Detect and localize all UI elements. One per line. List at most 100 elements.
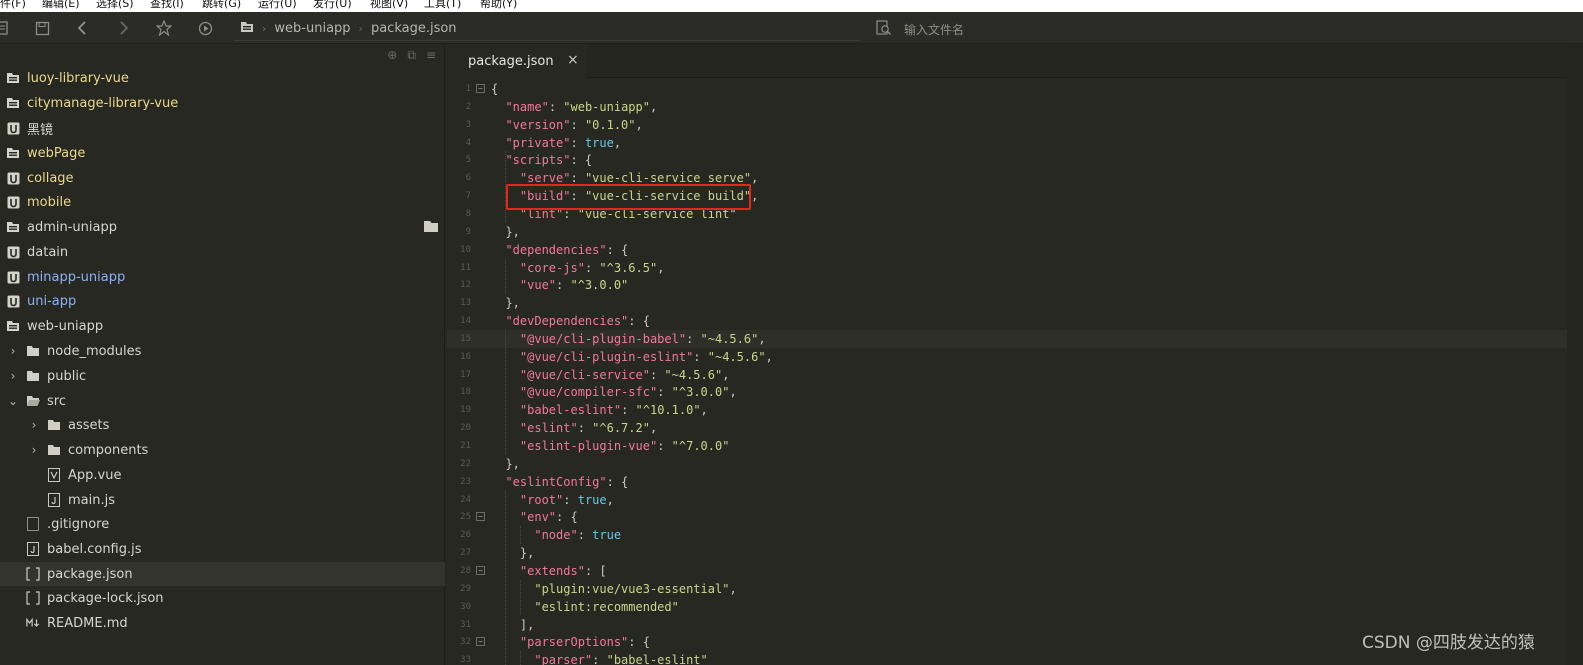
tree-item-minapp-uniapp[interactable]: minapp-uniapp	[0, 265, 445, 289]
tree-item-node-modules[interactable]: › node_modules	[0, 339, 445, 363]
code-text: "babel-eslint": "^10.1.0",	[491, 401, 708, 419]
line-number: 32	[460, 637, 471, 648]
indent-guide	[505, 258, 507, 295]
json-punctuation: },	[491, 296, 520, 311]
json-punctuation: :	[657, 439, 672, 453]
tree-item-src[interactable]: ⌄ src	[0, 389, 445, 413]
tree-item-main-js[interactable]: main.js	[0, 488, 445, 512]
tree-item-readme-md[interactable]: README.md	[0, 611, 445, 635]
json-file-icon	[26, 591, 40, 605]
menu-item[interactable]: 发行(U)	[313, 0, 352, 11]
tree-item-collage[interactable]: collage	[0, 166, 445, 190]
tree-item-components[interactable]: › components	[0, 438, 445, 462]
fold-toggle-icon[interactable]: −	[476, 512, 485, 522]
tree-item-[interactable]: 黑镜	[0, 116, 445, 140]
tree-item-label: package-lock.json	[47, 590, 164, 606]
tree-item-app-vue[interactable]: App.vue	[0, 463, 445, 487]
chevron-right-icon[interactable]: ›	[6, 344, 20, 358]
address-bar[interactable]: › web-uniapp › package.json	[234, 17, 860, 41]
line-number: 30	[460, 601, 471, 612]
line-number: 4	[465, 137, 471, 148]
chevron-right-icon[interactable]: ›	[27, 443, 41, 457]
code-area[interactable]: 1−{2 "name": "web-uniapp", 3 "version": "…	[447, 80, 1567, 665]
menu-item[interactable]: 帮助(Y)	[480, 0, 517, 11]
tree-item-mobile[interactable]: mobile	[0, 190, 445, 214]
code-text: "eslint-plugin-vue": "^7.0.0"	[491, 437, 730, 455]
json-punctuation: :	[693, 349, 708, 364]
tree-item-citymanage-library-vue[interactable]: citymanage-library-vue	[0, 91, 445, 115]
json-punctuation: },	[491, 546, 535, 561]
tree-item-label: luoy-library-vue	[27, 70, 129, 86]
tree-item-package-lock-json[interactable]: package-lock.json	[0, 586, 445, 610]
fold-toggle-icon[interactable]: −	[476, 84, 485, 93]
folder-open-icon	[26, 394, 40, 408]
tree-item-luoy-library-vue[interactable]: luoy-library-vue	[0, 66, 445, 90]
locate-icon[interactable]: ⊕	[387, 48, 397, 63]
fold-toggle-icon[interactable]: −	[476, 637, 485, 647]
tree-item-admin-uniapp[interactable]: admin-uniapp	[0, 215, 445, 239]
file-search-input[interactable]: 输入文件名	[868, 17, 1568, 41]
tree-item-uni-app[interactable]: uni-app	[0, 289, 445, 313]
tree-item-web-uniapp[interactable]: web-uniapp	[0, 314, 445, 338]
chevron-right-icon[interactable]: ›	[6, 369, 20, 383]
breadcrumb-file[interactable]: package.json	[371, 21, 457, 36]
line-number: 18	[460, 387, 471, 398]
close-icon[interactable]: ×	[567, 52, 579, 68]
uniapp-project-icon	[6, 270, 20, 284]
json-key: "private"	[505, 135, 571, 150]
indent-guide	[519, 526, 521, 545]
tree-item-public[interactable]: › public	[0, 364, 445, 388]
json-punctuation: :	[657, 385, 672, 400]
tree-item-gitignore[interactable]: .gitignore	[0, 512, 445, 536]
tree-item-webpage[interactable]: webPage	[0, 141, 445, 165]
collapse-all-icon[interactable]: ⧉	[407, 48, 416, 63]
menu-item[interactable]: 选择(S)	[96, 0, 134, 11]
menu-item[interactable]: 工具(T)	[424, 0, 461, 11]
run-icon[interactable]	[194, 12, 216, 44]
save-icon[interactable]	[31, 12, 53, 44]
tab-package-json[interactable]: package.json ×	[447, 44, 587, 78]
vertical-scrollbar[interactable]	[1567, 44, 1583, 665]
line-number: 12	[460, 280, 471, 291]
forward-arrow-icon[interactable]	[112, 12, 134, 44]
menu-item[interactable]: 跳转(G)	[202, 0, 241, 11]
tree-item-babel-config-js[interactable]: babel.config.js	[0, 537, 445, 561]
chevron-down-icon[interactable]: ⌄	[6, 394, 20, 408]
json-punctuation: ,	[649, 99, 658, 114]
star-icon[interactable]	[153, 12, 175, 44]
code-line: 33 "parser": "babel-eslint"	[447, 651, 1567, 665]
code-line: 25− "env": {	[447, 508, 1567, 526]
line-number: 22	[460, 458, 471, 469]
json-punctuation: : {	[606, 474, 629, 489]
menu-item[interactable]: 件(F)	[0, 0, 26, 11]
indent-guide	[519, 651, 521, 665]
tree-item-label: main.js	[68, 492, 115, 508]
json-string: "^3.0.0"	[570, 278, 629, 293]
code-text: "env": {	[491, 508, 578, 526]
tree-item-package-json[interactable]: package.json	[0, 562, 445, 586]
code-text: },	[491, 544, 534, 562]
json-punctuation	[491, 653, 534, 665]
json-key: "node"	[534, 528, 578, 543]
toolbar: › web-uniapp › package.json 输入文件名	[0, 12, 1583, 44]
tree-item-datain[interactable]: datain	[0, 240, 445, 264]
tree-item-label: 黑镜	[27, 122, 54, 138]
code-line: 16 "@vue/cli-plugin-eslint": "~4.5.6",	[447, 348, 1567, 366]
tree-item-label: admin-uniapp	[27, 219, 117, 235]
chevron-right-icon[interactable]: ›	[27, 418, 41, 432]
menu-icon[interactable]: ≡	[426, 48, 436, 63]
line-number: 9	[465, 226, 471, 237]
tree-item-assets[interactable]: › assets	[0, 413, 445, 437]
json-punctuation: : {	[556, 510, 578, 525]
open-folder-icon[interactable]	[423, 220, 439, 237]
menu-item[interactable]: 编辑(E)	[42, 0, 80, 11]
breadcrumb-project[interactable]: web-uniapp	[274, 21, 350, 36]
tree-item-label: components	[68, 442, 149, 458]
menu-item[interactable]: 视图(V)	[370, 0, 408, 11]
menu-item[interactable]: 查找(I)	[150, 0, 184, 11]
new-file-icon[interactable]	[0, 12, 14, 44]
menu-item[interactable]: 运行(U)	[258, 0, 297, 11]
back-arrow-icon[interactable]	[72, 12, 94, 44]
fold-toggle-icon[interactable]: −	[476, 565, 485, 575]
code-text: "eslintConfig": {	[491, 473, 628, 491]
